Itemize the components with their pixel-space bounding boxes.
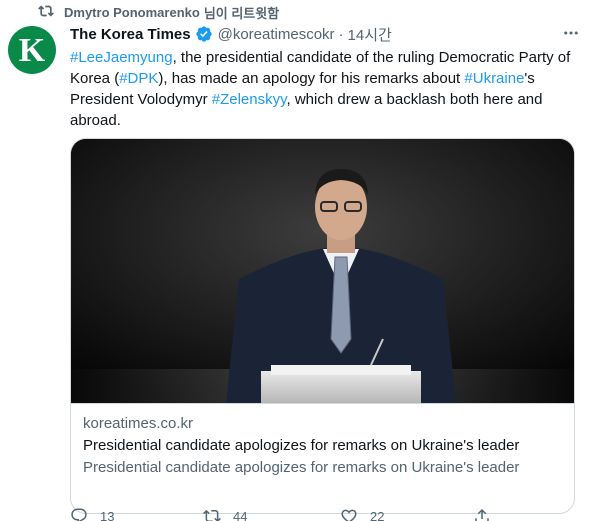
avatar-letter: K xyxy=(18,32,46,69)
share-icon xyxy=(475,508,489,521)
card-image xyxy=(71,139,574,403)
retweeter-name[interactable]: Dmytro Ponomarenko xyxy=(64,5,200,20)
avatar[interactable]: K xyxy=(8,26,56,74)
like-count: 22 xyxy=(370,508,385,521)
hashtag-ukraine[interactable]: #Ukraine xyxy=(464,70,524,87)
link-card[interactable]: koreatimes.co.kr Presidential candidate … xyxy=(70,138,575,514)
reply-count: 13 xyxy=(100,508,115,521)
card-body: koreatimes.co.kr Presidential candidate … xyxy=(71,403,574,478)
card-photo xyxy=(71,139,574,403)
reply-icon xyxy=(71,508,87,521)
tweet-time[interactable]: 14시간 xyxy=(348,24,392,45)
hashtag-dpk[interactable]: #DPK xyxy=(119,70,158,87)
separator-dot: · xyxy=(338,25,344,43)
like-icon xyxy=(341,509,357,521)
retweet-icon xyxy=(203,509,221,521)
retweet-count: 44 xyxy=(233,508,248,521)
card-title: Presidential candidate apologizes for re… xyxy=(83,437,520,454)
tweet-actions: 13 44 22 xyxy=(70,506,500,521)
card-domain: koreatimes.co.kr xyxy=(83,415,194,432)
author-handle[interactable]: @koreatimescokr xyxy=(218,26,335,43)
tweet-text-segment: ), has made an apology for his remarks a… xyxy=(158,70,465,87)
tweet-text: #LeeJaemyung, the presidential candidate… xyxy=(70,47,580,131)
tweet-header: The Korea Times @koreatimescokr · 14시간 xyxy=(70,24,580,44)
more-icon[interactable] xyxy=(562,24,580,42)
share-button[interactable] xyxy=(473,507,491,521)
hashtag-zelenskyy[interactable]: #Zelenskyy xyxy=(212,91,287,108)
retweet-banner: Dmytro Ponomarenko 님이 리트윗함 xyxy=(38,3,280,22)
card-description: Presidential candidate apologizes for re… xyxy=(83,459,520,476)
reply-button[interactable]: 13 xyxy=(70,507,203,521)
verified-badge-icon xyxy=(195,26,212,42)
hashtag-leejaemyung[interactable]: #LeeJaemyung xyxy=(70,49,173,66)
retweet-icon xyxy=(38,3,54,22)
retweet-button[interactable]: 44 xyxy=(203,507,340,521)
author-display-name[interactable]: The Korea Times xyxy=(70,26,191,43)
retweet-suffix: 님이 리트윗함 xyxy=(203,5,280,21)
tweet-content: The Korea Times @koreatimescokr · 14시간 #… xyxy=(70,24,580,521)
like-button[interactable]: 22 xyxy=(340,507,473,521)
